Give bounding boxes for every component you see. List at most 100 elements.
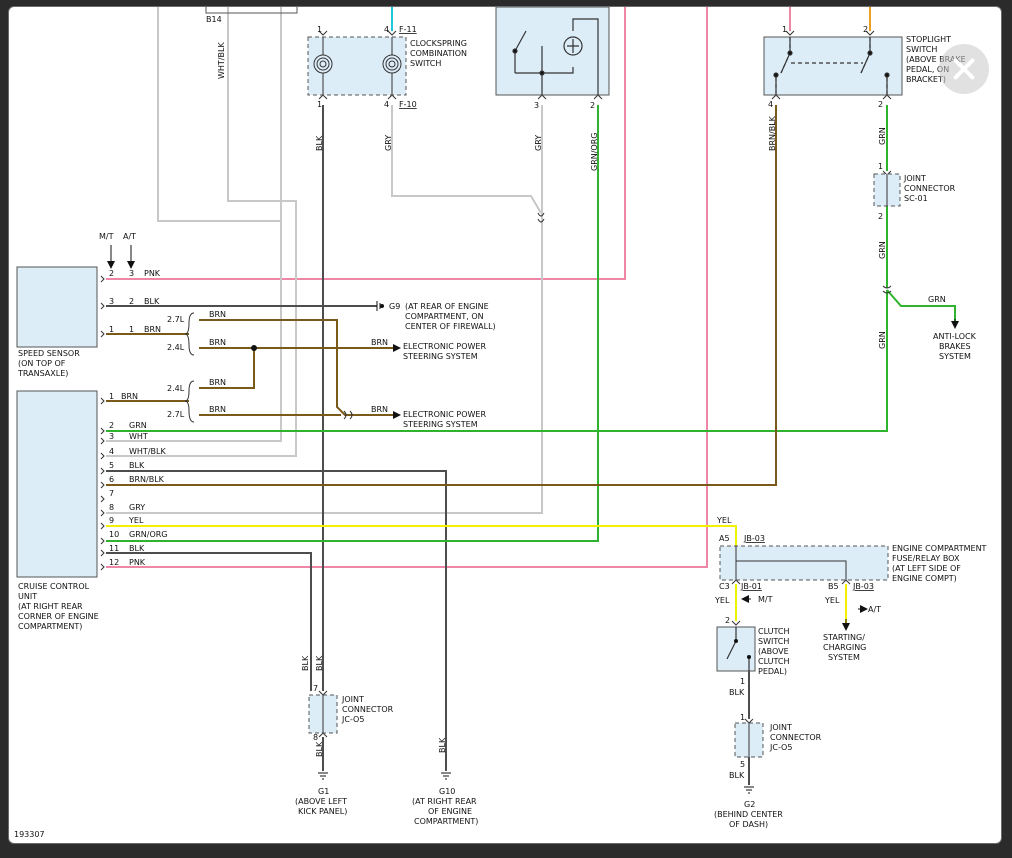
eps1-name: ELECTRONIC POWER <box>403 342 486 351</box>
labels: B14 1 4 F-11 1 4 F-10 CLOCKSPRING COMBIN… <box>14 15 987 839</box>
wire-label: GRN/ORG <box>590 133 599 172</box>
cruise-pin: 1 <box>109 392 114 401</box>
g1-name: G1 <box>318 787 329 796</box>
cruise-wire: WHT/BLK <box>129 447 166 456</box>
speed-wire: BLK <box>144 297 160 306</box>
eps2-name: ELECTRONIC POWER <box>403 410 486 419</box>
wire-label: 2.7L <box>167 410 185 419</box>
splice-dot <box>251 345 257 351</box>
wire-label: BRN/BLK <box>768 115 777 151</box>
speed-sensor-name: TRANSAXLE) <box>17 369 68 378</box>
stoplight-pin: 2 <box>878 100 883 109</box>
cruise-unit-name: (AT RIGHT REAR <box>18 602 83 611</box>
clockspring-pin: 4 <box>384 25 389 34</box>
wire-label: BRN <box>209 338 226 347</box>
clockspring-name: COMBINATION <box>410 49 467 58</box>
g2-name: G2 <box>744 800 755 809</box>
clockspring-conn: F-11 <box>399 25 417 34</box>
g2-name: (BEHIND CENTER <box>714 810 783 819</box>
g1-name: KICK PANEL) <box>298 807 347 816</box>
cruise-pin: 4 <box>109 447 114 456</box>
speed-sensor-box <box>16 266 98 348</box>
wire-label: YEL <box>714 596 730 605</box>
abs-name: BRAKES <box>939 342 971 351</box>
cruise-wire: GRY <box>129 503 145 512</box>
speed-pin-at: 1 <box>129 325 134 334</box>
wire-label: BRN <box>371 338 388 347</box>
wire-label: BLK <box>301 655 310 671</box>
jc05l-name: CONNECTOR <box>342 705 394 714</box>
speed-pin-at: 2 <box>129 297 134 306</box>
speed-pin-mt: 3 <box>109 297 114 306</box>
g1-name: (ABOVE LEFT <box>295 797 347 806</box>
starting-name: SYSTEM <box>828 653 860 662</box>
wire-label: 2.4L <box>167 343 185 352</box>
cruise-wire: BRN <box>121 392 138 401</box>
close-button[interactable] <box>939 44 989 94</box>
wire-label: BRN <box>371 405 388 414</box>
center-switch-pin: 3 <box>534 101 539 110</box>
wire-label: GRN <box>928 295 946 304</box>
wire-label: BLK <box>729 688 745 697</box>
engine-conn: JB-03 <box>852 582 874 591</box>
clutch-name: (ABOVE <box>758 647 789 656</box>
cruise-wire: GRN <box>129 421 147 430</box>
clutch-pin: 1 <box>740 677 745 686</box>
cruise-pin: 11 <box>109 544 119 553</box>
clockspring-pin: 1 <box>317 100 322 109</box>
g10-name: COMPARTMENT) <box>414 817 478 826</box>
wire-gry-cs <box>391 105 542 214</box>
clutch-name: SWITCH <box>758 637 789 646</box>
jc05l-name: JC-O5 <box>341 715 364 724</box>
g9-name: (AT REAR OF ENGINE <box>405 302 489 311</box>
diagram-id: 193307 <box>14 830 45 839</box>
stoplight-name: SWITCH <box>906 45 937 54</box>
starting-name: CHARGING <box>823 643 866 652</box>
cruise-pin: 7 <box>109 489 114 498</box>
cruise-pin: 12 <box>109 558 119 567</box>
cruise-wire: BLK <box>129 544 145 553</box>
clockspring-pin: 4 <box>384 100 389 109</box>
g9-label: G9 <box>389 302 400 311</box>
b14-connector <box>205 7 298 14</box>
wire-label: A/T <box>868 605 881 614</box>
cruise-pin: 2 <box>109 421 114 430</box>
clutch-name: CLUTCH <box>758 627 790 636</box>
wire-label: GRY <box>384 135 393 151</box>
sc01-name: SC-01 <box>904 194 928 203</box>
g10-name: OF ENGINE <box>428 807 472 816</box>
jc05r-name: CONNECTOR <box>770 733 822 742</box>
eps1-name: STEERING SYSTEM <box>403 352 478 361</box>
splice-symbols <box>184 212 892 423</box>
speed-pin-mt: 1 <box>109 325 114 334</box>
speed-sensor-name: SPEED SENSOR <box>18 349 80 358</box>
clockspring-name: SWITCH <box>410 59 441 68</box>
wire-label: BLK <box>315 655 324 671</box>
sc01-name: CONNECTOR <box>904 184 956 193</box>
b14-label: B14 <box>206 15 222 24</box>
wire-label: BLK <box>438 737 447 753</box>
speed-pin-mt: 2 <box>109 269 114 278</box>
stoplight-pin: 1 <box>782 25 787 34</box>
starting-name: STARTING/ <box>823 633 865 642</box>
speed-pin-at: 3 <box>129 269 134 278</box>
wire-blk-cruise5 <box>106 470 447 771</box>
wires <box>106 7 956 785</box>
cruise-wire: PNK <box>129 558 146 567</box>
cruise-wire: GRN/ORG <box>129 530 168 539</box>
engine-box-name: (AT LEFT SIDE OF <box>892 564 961 573</box>
cruise-unit-name: UNIT <box>18 592 37 601</box>
g9-name: COMPARTMENT, ON <box>405 312 484 321</box>
sc01-pin: 1 <box>878 162 883 171</box>
wire-pnk-cruise12 <box>106 7 708 568</box>
engine-pin: A5 <box>719 534 730 543</box>
wiring-diagram: B14 1 4 F-11 1 4 F-10 CLOCKSPRING COMBIN… <box>14 7 987 839</box>
engine-box-name: ENGINE COMPARTMENT <box>892 544 987 553</box>
jc05l-name: JOINT <box>341 695 364 704</box>
engine-conn: JB-01 <box>740 582 762 591</box>
cruise-pin: 5 <box>109 461 114 470</box>
cruise-wire: YEL <box>128 516 144 525</box>
wire-label: 2.7L <box>167 315 185 324</box>
cruise-wire: BRN/BLK <box>129 475 165 484</box>
jc05l-pin: 7 <box>313 684 318 693</box>
